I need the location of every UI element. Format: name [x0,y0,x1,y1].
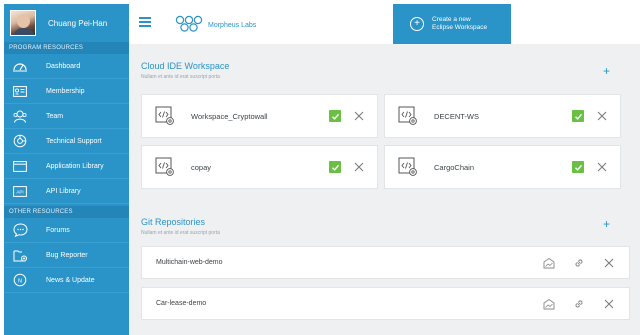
sidebar-item-bug-reporter[interactable]: Bug Reporter [4,243,129,268]
sidebar: Chuang Pei-Han PROGRAM RESOURCES Dashboa… [4,4,129,335]
code-file-icon [398,157,417,176]
repo-actions [525,257,615,269]
repo-row[interactable]: Multichain-web-demo [141,246,630,279]
sidebar-item-technical-support[interactable]: Technical Support [4,129,129,154]
code-file-icon [155,157,174,176]
support-icon [11,134,29,148]
link-icon[interactable] [573,298,585,310]
checkbox-checked-icon[interactable] [572,161,584,173]
sidebar-item-application-library[interactable]: Application Library [4,154,129,179]
svg-text:API: API [16,189,23,194]
close-icon[interactable] [596,161,608,173]
close-icon[interactable] [603,257,615,269]
link-icon[interactable] [573,257,585,269]
news-icon: N [11,273,29,287]
checkbox-checked-icon[interactable] [572,110,584,122]
program-resources-header: PROGRAM RESOURCES [4,42,129,54]
id-card-icon [11,84,29,98]
workspace-card[interactable]: copay [141,145,378,189]
repo-name: Multichain-web-demo [156,259,223,266]
morpheus-logo-icon [174,15,204,38]
sidebar-item-dashboard[interactable]: Dashboard [4,54,129,79]
api-icon: API [11,184,29,198]
workspace-card[interactable]: DECENT-WS [384,94,621,138]
git-section-subtitle: Nullam et ante id erat suscript porta [141,230,220,236]
checkbox-checked-icon[interactable] [329,110,341,122]
image-icon[interactable] [543,298,555,310]
bug-report-icon [11,248,29,262]
hamburger-menu-icon[interactable] [139,17,151,27]
code-file-icon [155,106,174,125]
gauge-icon [11,59,29,73]
top-bar: Morpheus Labs [129,4,640,43]
create-workspace-label: Create a new Eclipse Workspace [432,16,487,32]
create-label-line2: Eclipse Workspace [432,24,488,31]
user-name: Chuang Pei-Han [48,18,108,28]
workspace-card[interactable]: CargoChain [384,145,621,189]
close-icon[interactable] [353,110,365,122]
sidebar-item-label: Team [46,112,64,120]
sidebar-item-label: Dashboard [46,62,81,70]
add-workspace-button[interactable]: + [603,64,610,78]
user-profile[interactable]: Chuang Pei-Han [4,4,129,42]
sidebar-item-forums[interactable]: Forums [4,218,129,243]
repo-actions [525,298,615,310]
workspace-name: copay [191,162,212,172]
team-icon [11,109,29,123]
code-file-icon [398,106,417,125]
sidebar-item-team[interactable]: Team [4,104,129,129]
workspace-name: Workspace_Cryptowall [191,111,268,121]
create-label-line1: Create a new [432,16,471,23]
sidebar-item-label: Technical Support [46,137,102,145]
repo-row[interactable]: Car-lease-demo [141,287,630,320]
sidebar-item-label: Application Library [46,162,104,170]
sidebar-item-news-update[interactable]: N News & Update [4,268,129,293]
repo-name: Car-lease-demo [156,300,207,307]
workspace-name: DECENT-WS [434,111,479,121]
sidebar-item-label: Forums [46,226,70,234]
checkbox-checked-icon[interactable] [329,161,341,173]
close-icon[interactable] [596,110,608,122]
close-icon[interactable] [353,161,365,173]
create-workspace-button[interactable]: + Create a new Eclipse Workspace [393,4,511,44]
workspace-section-title: Cloud IDE Workspace [141,61,230,71]
close-icon[interactable] [603,298,615,310]
app-root: Chuang Pei-Han PROGRAM RESOURCES Dashboa… [0,0,640,335]
workspace-card[interactable]: Workspace_Cryptowall [141,94,378,138]
chat-bubble-icon [11,223,29,237]
other-resources-header: OTHER RESOURCES [4,206,129,218]
workspace-section-subtitle: Nullam et ante id erat suscript porta [141,74,220,80]
sidebar-item-label: News & Update [46,276,95,284]
sidebar-item-label: API Library [46,187,81,195]
sidebar-item-label: Membership [46,87,85,95]
sidebar-item-membership[interactable]: Membership [4,79,129,104]
sidebar-item-label: Bug Reporter [46,251,88,259]
svg-text:N: N [18,278,22,284]
add-repo-button[interactable]: + [603,217,610,231]
plus-circle-icon: + [410,17,424,31]
workspace-name: CargoChain [434,162,475,172]
window-icon [11,159,29,173]
git-section-title: Git Repositories [141,217,206,227]
main-content: Cloud IDE Workspace Nullam et ante id er… [129,44,640,335]
avatar [10,10,36,36]
image-icon[interactable] [543,257,555,269]
sidebar-item-api-library[interactable]: API API Library [4,179,129,204]
brand-name: Morpheus Labs [208,22,257,29]
